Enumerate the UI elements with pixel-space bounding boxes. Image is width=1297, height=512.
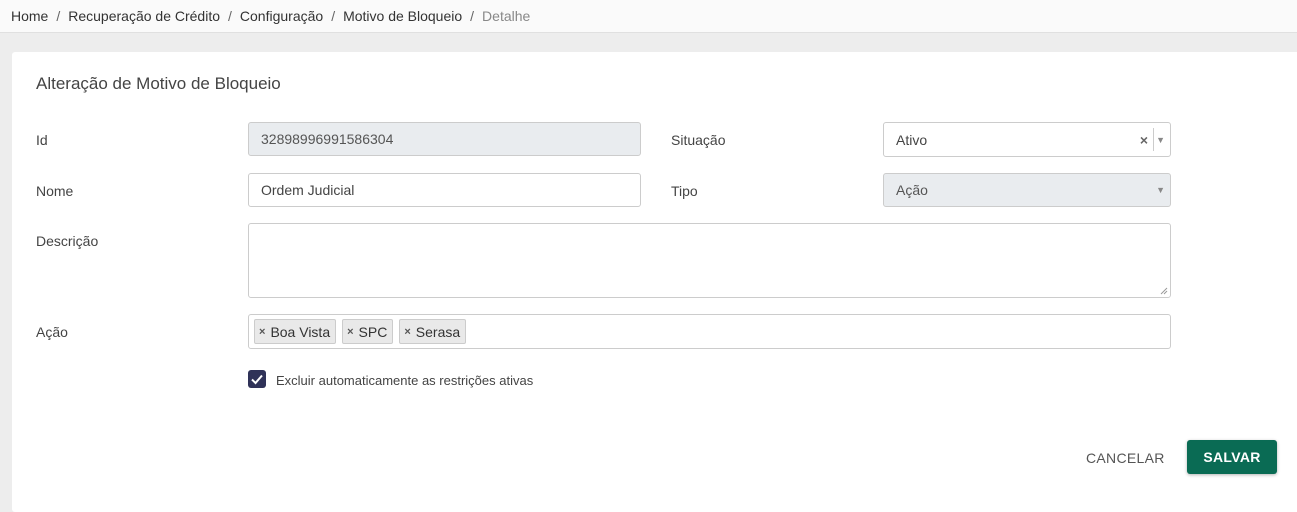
resize-handle-icon[interactable] xyxy=(1160,287,1168,295)
breadcrumb-detalhe: Detalhe xyxy=(482,8,531,24)
tag-boa-vista: × Boa Vista xyxy=(254,319,337,344)
breadcrumb-motivo-bloqueio[interactable]: Motivo de Bloqueio xyxy=(343,8,462,24)
tag-spc: × SPC xyxy=(342,319,394,344)
breadcrumb-configuracao[interactable]: Configuração xyxy=(240,8,323,24)
select-divider xyxy=(1153,128,1154,151)
form-card: Alteração de Motivo de Bloqueio Id 32898… xyxy=(12,52,1297,512)
acao-multiselect[interactable]: × Boa Vista × SPC × Serasa xyxy=(248,314,1171,349)
acao-label: Ação xyxy=(36,324,68,340)
remove-tag-icon[interactable]: × xyxy=(347,326,353,338)
id-label: Id xyxy=(36,132,48,148)
tag-serasa: × Serasa xyxy=(399,319,467,344)
id-field: 32898996991586304 xyxy=(248,122,641,156)
cancel-button[interactable]: CANCELAR xyxy=(1080,441,1170,475)
breadcrumb-separator: / xyxy=(470,8,475,24)
descricao-label: Descrição xyxy=(36,233,99,249)
clear-icon[interactable]: × xyxy=(1140,132,1148,148)
breadcrumb-separator: / xyxy=(56,8,61,24)
situacao-value: Ativo xyxy=(896,131,928,148)
breadcrumb-separator: / xyxy=(228,8,232,24)
tipo-value: Ação xyxy=(896,182,928,198)
descricao-textarea[interactable] xyxy=(248,223,1171,298)
excluir-checkbox[interactable] xyxy=(248,370,266,388)
chevron-down-icon: ▼ xyxy=(1156,185,1165,195)
situacao-select[interactable]: Ativo × ▼ xyxy=(883,122,1171,157)
page-title: Alteração de Motivo de Bloqueio xyxy=(36,74,281,93)
excluir-checkbox-label[interactable]: Excluir automaticamente as restrições at… xyxy=(276,373,533,388)
breadcrumb: Home / Recuperação de Crédito / Configur… xyxy=(0,0,1297,33)
tag-label: Boa Vista xyxy=(270,323,331,340)
breadcrumb-separator: / xyxy=(331,8,336,24)
save-button[interactable]: SALVAR xyxy=(1187,440,1277,474)
nome-label: Nome xyxy=(36,183,74,199)
nome-field[interactable]: Ordem Judicial xyxy=(248,173,641,207)
tag-label: Serasa xyxy=(415,323,461,340)
tipo-label: Tipo xyxy=(671,183,698,199)
id-value: 32898996991586304 xyxy=(261,131,394,147)
checkmark-icon xyxy=(251,374,263,385)
nome-value: Ordem Judicial xyxy=(261,182,355,198)
situacao-label: Situação xyxy=(671,132,726,148)
breadcrumb-recuperacao-credito[interactable]: Recuperação de Crédito xyxy=(68,8,220,24)
tipo-select: Ação ▼ xyxy=(883,173,1171,207)
breadcrumb-home[interactable]: Home xyxy=(11,8,48,24)
remove-tag-icon[interactable]: × xyxy=(404,326,410,338)
tag-label: SPC xyxy=(358,323,388,340)
remove-tag-icon[interactable]: × xyxy=(259,326,265,338)
chevron-down-icon[interactable]: ▼ xyxy=(1156,135,1165,145)
